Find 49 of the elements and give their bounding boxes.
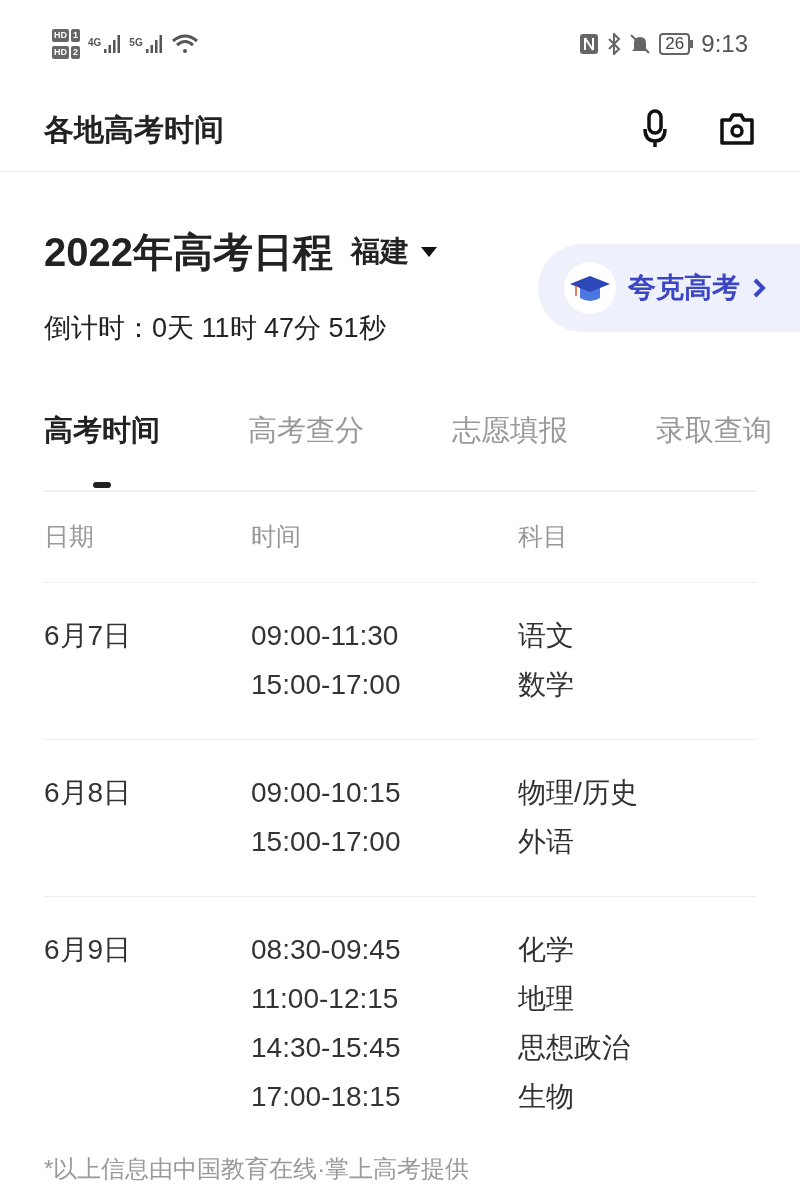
tab[interactable]: 高考时间 bbox=[44, 408, 160, 489]
time-cell-text: 09:00-10:15 bbox=[251, 776, 401, 810]
subject-cell-text: 语文 bbox=[518, 619, 574, 653]
sim-slot: 2 bbox=[71, 45, 80, 59]
subject-cell-text: 思想政治 bbox=[518, 1031, 630, 1065]
date-cell-text: 6月8日 bbox=[44, 776, 133, 810]
subject-cell-text: 地理 bbox=[518, 982, 574, 1016]
network-type: 5G bbox=[129, 35, 143, 50]
network-type: 4G bbox=[88, 35, 102, 50]
countdown-label: 倒计时： bbox=[44, 312, 152, 346]
subject-cell-text: 化学 bbox=[518, 933, 574, 967]
time-cell-text: 11:00-12:15 bbox=[251, 982, 399, 1016]
page-title: 各地高考时间 bbox=[44, 111, 224, 148]
time-cell-text: 08:30-09:45 bbox=[251, 933, 401, 967]
schedule-title: 2022年高考日程 bbox=[44, 229, 333, 277]
time-cell-text: 17:00-18:15 bbox=[251, 1080, 401, 1114]
promo-link[interactable]: 夸克高考 bbox=[538, 244, 800, 333]
date-cell-text: 6月7日 bbox=[44, 619, 133, 653]
time-cell-text: 15:00-17:00 bbox=[251, 825, 401, 859]
clock-time: 9:13 bbox=[701, 28, 748, 59]
signal-icon bbox=[103, 34, 122, 53]
countdown-value: 0天 11时 47分 51秒 bbox=[152, 312, 386, 346]
time-cell-text: 09:00-11:30 bbox=[251, 619, 399, 653]
camera-icon[interactable] bbox=[718, 111, 756, 148]
column-header: 科目 bbox=[518, 521, 569, 553]
muted-bell-icon bbox=[629, 32, 652, 55]
subject-cell-text: 外语 bbox=[518, 825, 574, 859]
microphone-icon[interactable] bbox=[640, 109, 670, 150]
wifi-icon bbox=[170, 32, 199, 55]
footnote: *以上信息由中国教育在线·掌上高考提供 bbox=[43, 1154, 471, 1184]
sim-label: HD bbox=[52, 45, 69, 59]
chevron-right-icon bbox=[752, 277, 766, 300]
nfc-icon bbox=[579, 32, 600, 55]
caret-icon bbox=[421, 247, 437, 258]
sim-label: HD bbox=[52, 28, 69, 42]
region-dropdown[interactable]: 福建 bbox=[351, 230, 437, 274]
column-header: 日期 bbox=[44, 521, 95, 553]
subject-cell-text: 数学 bbox=[518, 668, 574, 702]
signal-icon bbox=[144, 34, 163, 53]
sim-slot: 1 bbox=[71, 28, 80, 42]
date-cell-text: 6月9日 bbox=[44, 933, 133, 967]
battery-indicator: 26 bbox=[659, 32, 694, 55]
subject-cell-text: 物理/历史 bbox=[518, 776, 638, 810]
bluetooth-icon bbox=[607, 32, 622, 55]
subject-cell-text: 生物 bbox=[518, 1080, 574, 1114]
graduation-cap-icon bbox=[564, 262, 616, 315]
time-cell-text: 15:00-17:00 bbox=[251, 668, 401, 702]
time-cell-text: 14:30-15:45 bbox=[251, 1031, 401, 1065]
column-header: 时间 bbox=[251, 521, 302, 553]
